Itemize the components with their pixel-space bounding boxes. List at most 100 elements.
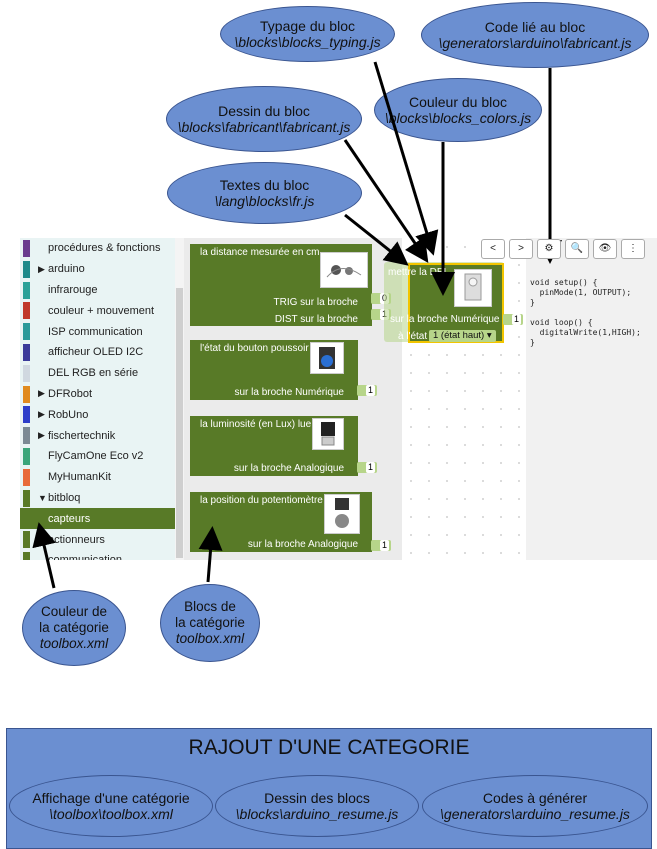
category-color-bar bbox=[23, 323, 30, 341]
callout-category-blocks-l2: la catégorie bbox=[175, 615, 245, 630]
toolbox-item[interactable]: capteurs bbox=[20, 508, 175, 530]
banner-ellipse-toolbox-title: Affichage d'une catégorie bbox=[32, 790, 190, 806]
banner-ellipse-toolbox-path: \toolbox\toolbox.xml bbox=[49, 806, 173, 822]
callout-category-color-l2: la catégorie bbox=[39, 620, 109, 635]
led-state-value: 1 (état haut) bbox=[433, 330, 485, 341]
settings-icon-button[interactable]: ⚙ bbox=[537, 239, 561, 259]
button-pin-input[interactable]: 1 bbox=[357, 385, 377, 396]
code-line: pinMode(1, OUTPUT); bbox=[530, 288, 632, 297]
category-color-bar bbox=[23, 240, 30, 257]
toolbox: procédures & fonctions ▶ arduino infrarouge… bbox=[20, 238, 175, 560]
toolbox-item-label: actionneurs bbox=[48, 533, 105, 546]
block-led-state-label: à l'état bbox=[398, 331, 428, 342]
banner-ellipse-toolbox: Affichage d'une catégorie \toolbox\toolb… bbox=[9, 775, 213, 837]
light-pin-input[interactable]: 1 bbox=[357, 462, 377, 473]
callout-category-blocks: Blocs de la catégorie toolbox.xml bbox=[160, 584, 260, 662]
category-color-bar bbox=[23, 447, 30, 465]
toolbox-item-label: RobUno bbox=[48, 408, 89, 421]
category-color-bar bbox=[23, 468, 30, 486]
banner-title: RAJOUT D'UNE CATEGORIE bbox=[188, 736, 470, 759]
callout-texts: Textes du bloc \lang\blocks\fr.js bbox=[167, 162, 362, 224]
category-color-bar bbox=[23, 531, 30, 549]
block-light[interactable]: la luminosité (en Lux) lue sur la broche… bbox=[190, 416, 358, 476]
category-color-bar bbox=[23, 406, 30, 424]
block-button[interactable]: l'état du bouton poussoir sur la broche … bbox=[190, 340, 358, 400]
toolbox-scrollbar[interactable] bbox=[175, 238, 184, 560]
expand-right-icon[interactable]: ▶ bbox=[38, 430, 48, 441]
banner: RAJOUT D'UNE CATEGORIE Affichage d'une c… bbox=[6, 728, 652, 849]
block-potentiometer-title: la position du potentiomètre bbox=[200, 495, 323, 506]
block-led-title: mettre la DEL bbox=[388, 267, 450, 278]
toolbox-item[interactable]: ▶ RobUno bbox=[20, 404, 175, 425]
callout-code-path: \generators\arduino\fabricant.js bbox=[438, 35, 632, 51]
block-distance-dist: DIST sur la broche bbox=[274, 314, 358, 325]
toolbox-item-label: infrarouge bbox=[48, 283, 98, 296]
toolbox-item[interactable]: communication bbox=[20, 550, 175, 560]
block-potentiometer[interactable]: la position du potentiomètre sur la broc… bbox=[190, 492, 372, 552]
category-color-bar bbox=[23, 281, 30, 299]
category-color-bar bbox=[23, 364, 30, 382]
category-color-bar bbox=[23, 510, 30, 528]
toolbox-item[interactable]: actionneurs bbox=[20, 529, 175, 550]
code-line: void setup() { bbox=[530, 278, 598, 287]
toolbox-item[interactable]: ▼ bitbloq bbox=[20, 488, 175, 509]
toolbox-item[interactable]: procédures & fonctions bbox=[20, 238, 175, 259]
toolbox-item-label: communication bbox=[48, 554, 122, 560]
zoom-icon-button[interactable]: 🔍 bbox=[565, 239, 589, 259]
led-state-dropdown[interactable]: 1 (état haut) ▾ bbox=[429, 330, 496, 342]
category-color-bar bbox=[23, 551, 30, 560]
block-button-title: l'état du bouton poussoir bbox=[200, 343, 309, 354]
ultrasonic-sensor-icon bbox=[320, 252, 368, 288]
callout-category-blocks-path: toolbox.xml bbox=[175, 631, 245, 646]
block-distance-title: la distance mesurée en cm bbox=[200, 247, 320, 258]
callout-color: Couleur du bloc \blocks\blocks_colors.js bbox=[374, 78, 542, 142]
redo-icon-button[interactable]: > bbox=[509, 239, 533, 259]
block-button-pin: sur la broche Numérique bbox=[234, 387, 345, 398]
callout-typing-path: \blocks\blocks_typing.js bbox=[234, 34, 381, 50]
toolbox-item-label: DFRobot bbox=[48, 387, 93, 400]
view-icon-button[interactable]: 👁 bbox=[593, 239, 617, 259]
expand-right-icon[interactable]: ▶ bbox=[38, 388, 48, 399]
toolbox-item[interactable]: ▶ arduino bbox=[20, 259, 175, 280]
toolbox-item-label: couleur + mouvement bbox=[48, 304, 155, 317]
banner-ellipse-blocks-path: \blocks\arduino_resume.js bbox=[235, 806, 399, 822]
led-pin-input[interactable]: 1 bbox=[503, 314, 523, 325]
expand-right-icon[interactable]: ▶ bbox=[38, 264, 48, 275]
callout-typing-title: Typage du bloc bbox=[260, 18, 355, 34]
toolbox-item[interactable]: MyHumanKit bbox=[20, 467, 175, 488]
light-sensor-icon bbox=[312, 418, 344, 450]
scrollbar-thumb[interactable] bbox=[176, 288, 183, 558]
category-color-bar bbox=[23, 260, 30, 278]
toolbox-item-label: DEL RGB en série bbox=[48, 367, 139, 380]
expand-right-icon[interactable]: ▶ bbox=[38, 409, 48, 420]
block-light-title: la luminosité (en Lux) lue bbox=[200, 419, 312, 430]
led-module-icon bbox=[454, 269, 492, 307]
toolbox-item[interactable]: afficheur OLED I2C bbox=[20, 342, 175, 363]
code-line: void loop() { bbox=[530, 318, 593, 327]
toolbox-item[interactable]: ▶ fischertechnik bbox=[20, 425, 175, 446]
callout-color-path: \blocks\blocks_colors.js bbox=[384, 110, 532, 126]
block-distance[interactable]: la distance mesurée en cm TRIG sur la br… bbox=[190, 244, 372, 326]
banner-ellipse-generators: Codes à générer \generators\arduino_resu… bbox=[422, 775, 648, 837]
callout-drawing-title: Dessin du bloc bbox=[218, 103, 310, 119]
expand-down-icon[interactable]: ▼ bbox=[38, 493, 48, 503]
toolbox-item[interactable]: ISP communication bbox=[20, 321, 175, 342]
toolbox-item[interactable]: couleur + mouvement bbox=[20, 300, 175, 321]
undo-icon-button[interactable]: < bbox=[481, 239, 505, 259]
callout-category-color-path: toolbox.xml bbox=[39, 636, 109, 651]
more-icon-button[interactable]: ⋮ bbox=[621, 239, 645, 259]
potentiometer-pin-input[interactable]: 1 bbox=[371, 540, 391, 551]
flyout: la distance mesurée en cm TRIG sur la br… bbox=[184, 238, 402, 560]
category-color-bar bbox=[23, 489, 30, 507]
banner-ellipse-generators-path: \generators\arduino_resume.js bbox=[440, 806, 630, 822]
banner-ellipse-blocks-title: Dessin des blocs bbox=[264, 790, 370, 806]
toolbox-item[interactable]: FlyCamOne Eco v2 bbox=[20, 446, 175, 467]
block-light-pin: sur la broche Analogique bbox=[233, 463, 344, 474]
callout-code: Code lié au bloc \generators\arduino\fab… bbox=[421, 2, 649, 68]
toolbox-item[interactable]: ▶ DFRobot bbox=[20, 384, 175, 405]
toolbox-item-label: capteurs bbox=[48, 512, 91, 525]
toolbox-item[interactable]: infrarouge bbox=[20, 280, 175, 301]
category-color-bar bbox=[23, 385, 30, 403]
toolbox-item[interactable]: DEL RGB en série bbox=[20, 363, 175, 384]
banner-ellipse-generators-title: Codes à générer bbox=[482, 790, 588, 806]
